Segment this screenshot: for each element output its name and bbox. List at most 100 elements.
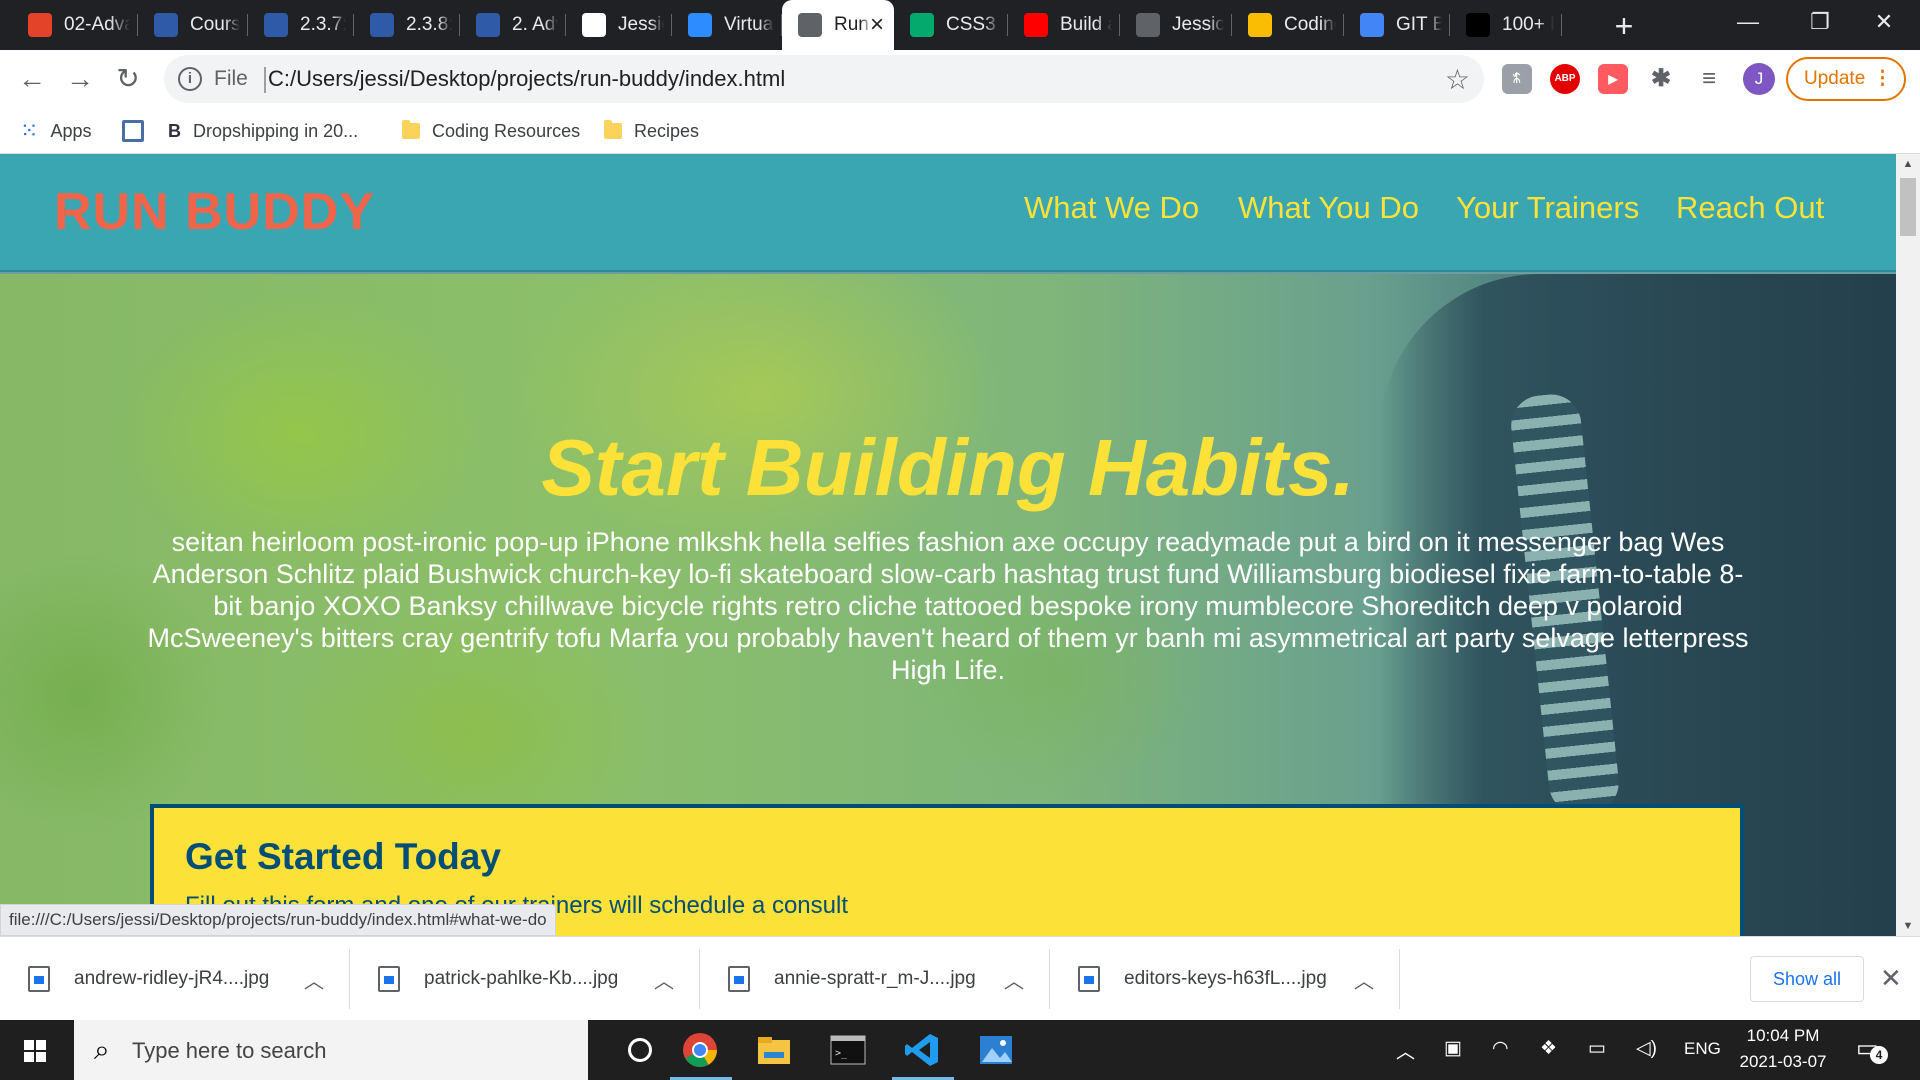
bookmark-label: Coding Resources: [432, 120, 581, 141]
restore-window-icon[interactable]: ❐: [1784, 0, 1856, 44]
taskbar-chrome-button[interactable]: [664, 1020, 738, 1080]
downloads-bar: Show all ✕ andrew-ridley-jR4....jpg ︿ patr…: [0, 936, 1920, 1020]
task-view-icon[interactable]: [608, 1020, 672, 1080]
start-button[interactable]: [0, 1020, 70, 1080]
wifi-icon[interactable]: ◠: [1492, 1037, 1509, 1060]
profile-avatar[interactable]: J: [1743, 63, 1775, 95]
clock-time[interactable]: 10:04 PM: [1724, 1026, 1842, 1046]
show-all-downloads-button[interactable]: Show all: [1750, 956, 1864, 1002]
tab-6[interactable]: Jessica: [566, 0, 672, 50]
bookmark-label: Dropshipping in 20...: [193, 120, 359, 141]
download-item[interactable]: andrew-ridley-jR4....jpg ︿: [0, 937, 350, 1021]
form-title: Get Started Today: [185, 836, 501, 877]
tampermonkey-icon[interactable]: ꍍ: [1502, 64, 1532, 94]
reload-button[interactable]: ↻: [108, 59, 148, 99]
nav-link-your-trainers[interactable]: Your Trainers: [1456, 190, 1639, 226]
tab-10[interactable]: Build a: [1008, 0, 1120, 50]
tray-overflow-icon[interactable]: ︿: [1396, 1037, 1415, 1064]
github-icon: [582, 13, 606, 37]
tab-3[interactable]: 2.3.7: Add: [248, 0, 354, 50]
download-options-icon[interactable]: ︿: [304, 965, 324, 994]
tab-14[interactable]: 100+ Free: [1450, 0, 1562, 50]
address-divider: [264, 67, 266, 93]
image-file-icon: [28, 966, 50, 992]
new-tab-button[interactable]: +: [1604, 6, 1644, 46]
browser-toolbar: ← → ↻ i File C:/Users/jessi/Desktop/proj…: [0, 50, 1920, 108]
minimize-window-icon[interactable]: —: [1712, 0, 1784, 44]
volume-icon[interactable]: ◁): [1636, 1037, 1657, 1060]
tab-13[interactable]: GIT BASH: [1344, 0, 1450, 50]
bookmark-2[interactable]: [122, 116, 156, 146]
taskbar-photos-button[interactable]: [960, 1020, 1034, 1080]
download-item[interactable]: patrick-pahlke-Kb....jpg ︿: [350, 937, 700, 1021]
bookmark-5[interactable]: Recipes: [604, 116, 699, 146]
taskbar-search[interactable]: ⌕ Type here to search: [74, 1020, 588, 1080]
action-center-icon[interactable]: ▭ 4: [1856, 1034, 1888, 1064]
tab-2[interactable]: Course: [138, 0, 248, 50]
taskbar-vscode-button[interactable]: [886, 1020, 960, 1080]
search-icon: ⌕: [94, 1034, 110, 1065]
close-downloads-icon[interactable]: ✕: [1880, 963, 1902, 994]
language-indicator[interactable]: ENG: [1684, 1039, 1721, 1059]
bookmark-4[interactable]: Coding Resources: [402, 116, 580, 146]
bookmark-3[interactable]: B Dropshipping in 20...: [168, 116, 358, 146]
tab-11[interactable]: Jessica: [1120, 0, 1232, 50]
search-placeholder: Type here to search: [132, 1038, 327, 1063]
download-options-icon[interactable]: ︿: [1354, 965, 1374, 994]
scroll-down-icon[interactable]: ▼: [1896, 916, 1920, 936]
dropbox-icon[interactable]: ❖: [1540, 1037, 1557, 1060]
site-info-icon[interactable]: i: [178, 67, 202, 91]
tab-label: Build a: [1060, 14, 1112, 35]
extensions-puzzle-icon[interactable]: ✱: [1646, 64, 1676, 94]
battery-icon[interactable]: ▭: [1588, 1037, 1606, 1060]
nav-link-what-we-do[interactable]: What We Do: [1024, 190, 1199, 226]
taskbar-file-explorer-button[interactable]: [738, 1020, 812, 1080]
page-scrollbar[interactable]: ▲ ▼: [1896, 154, 1920, 936]
scroll-up-icon[interactable]: ▲: [1896, 154, 1920, 174]
hero-title: Start Building Habits.: [541, 423, 1355, 512]
tab-label: 2.3.7: Add: [300, 14, 346, 35]
bookmarks-bar: ⁙ Apps B Dropshipping in 20... Coding Resour…: [0, 108, 1920, 154]
taskbar-terminal-button[interactable]: >_: [812, 1020, 886, 1080]
scroll-thumb[interactable]: [1900, 178, 1916, 236]
bookmark-label: Recipes: [634, 120, 700, 141]
nav-link-reach-out[interactable]: Reach Out: [1676, 190, 1824, 226]
bookmark-star-icon[interactable]: ☆: [1445, 63, 1470, 96]
bookmark-1[interactable]: ⁙ Apps: [20, 116, 91, 146]
screencast-icon[interactable]: ▶: [1598, 64, 1628, 94]
download-item[interactable]: annie-spratt-r_m-J....jpg ︿: [700, 937, 1050, 1021]
link-status-bubble: file:///C:/Users/jessi/Desktop/projects/…: [0, 904, 556, 936]
adblock-plus-icon[interactable]: ABP: [1550, 64, 1580, 94]
tab-9[interactable]: CSS3 Media: [894, 0, 1008, 50]
forward-button[interactable]: →: [60, 59, 100, 99]
back-button[interactable]: ←: [12, 59, 52, 99]
url-text[interactable]: C:/Users/jessi/Desktop/projects/run-budd…: [268, 66, 785, 92]
address-bar[interactable]: i File C:/Users/jessi/Desktop/projects/r…: [164, 55, 1484, 103]
notification-count: 4: [1870, 1046, 1888, 1064]
download-filename: annie-spratt-r_m-J....jpg: [774, 968, 976, 989]
download-options-icon[interactable]: ︿: [1004, 965, 1024, 994]
site-logo[interactable]: RUN BUDDY: [54, 182, 375, 242]
download-item[interactable]: editors-keys-h63fL....jpg ︿: [1050, 937, 1400, 1021]
bootcamp-icon: [264, 13, 288, 37]
tab-12[interactable]: Coding: [1232, 0, 1344, 50]
close-window-icon[interactable]: ✕: [1848, 0, 1920, 44]
nav-link-what-you-do[interactable]: What You Do: [1238, 190, 1419, 226]
meet-now-icon[interactable]: ▣: [1444, 1037, 1462, 1060]
tab-8[interactable]: Run Buddy×: [782, 0, 894, 50]
update-button[interactable]: Update ⋮: [1786, 57, 1906, 101]
hero-text: seitan heirloom post-ironic pop-up iPhon…: [147, 527, 1749, 685]
download-filename: editors-keys-h63fL....jpg: [1124, 968, 1327, 989]
download-options-icon[interactable]: ︿: [654, 965, 674, 994]
media-queue-icon[interactable]: ≡: [1694, 64, 1724, 94]
browser-tab-strip: 02-Advanced-CSS Course 2.3.7: Add 2.3.8: Ma…: [0, 0, 1920, 50]
tab-1[interactable]: 02-Advanced-CSS: [12, 0, 138, 50]
tab-label: Jessica: [618, 14, 664, 35]
close-tab-icon[interactable]: ×: [870, 11, 884, 39]
tab-4[interactable]: 2.3.8: Make: [354, 0, 460, 50]
tab-7[interactable]: Virtual: [672, 0, 782, 50]
bootcamp-icon: [476, 13, 500, 37]
clock-date[interactable]: 2021-03-07: [1724, 1052, 1842, 1072]
file-explorer-icon: [756, 1032, 792, 1068]
tab-5[interactable]: 2. Advanced: [460, 0, 566, 50]
